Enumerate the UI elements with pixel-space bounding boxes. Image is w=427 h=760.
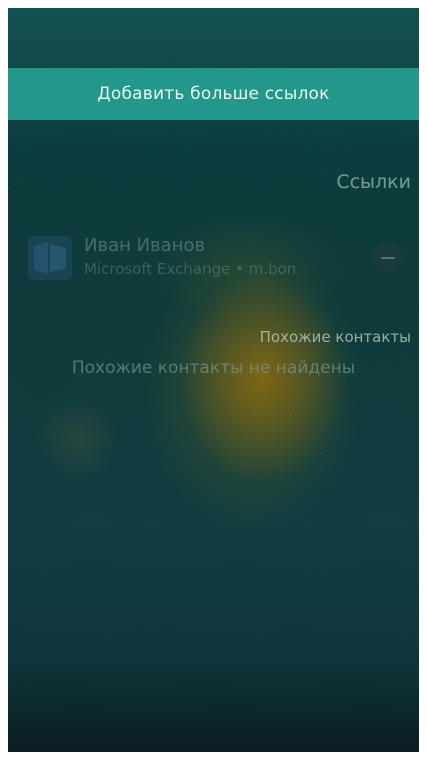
contact-name: Иван Иванов (84, 235, 206, 256)
remove-link-icon (381, 257, 395, 259)
links-section-heading: Ссылки (336, 171, 411, 193)
contact-links-screen: Добавить больше ссылок Ссылки Иван Ивано… (8, 8, 419, 752)
add-more-links-button[interactable]: Добавить больше ссылок (8, 68, 419, 120)
contact-avatar-icon (28, 236, 72, 280)
similar-contacts-heading: Похожие контакты (259, 328, 411, 346)
similar-contacts-empty-message: Похожие контакты не найдены (71, 358, 356, 378)
contact-account-source: Microsoft Exchange • m.bon (84, 260, 297, 278)
add-more-links-label: Добавить больше ссылок (97, 84, 330, 104)
linked-contact-row[interactable]: Иван Иванов Microsoft Exchange • m.bon (26, 230, 416, 286)
remove-link-button[interactable] (372, 242, 404, 274)
